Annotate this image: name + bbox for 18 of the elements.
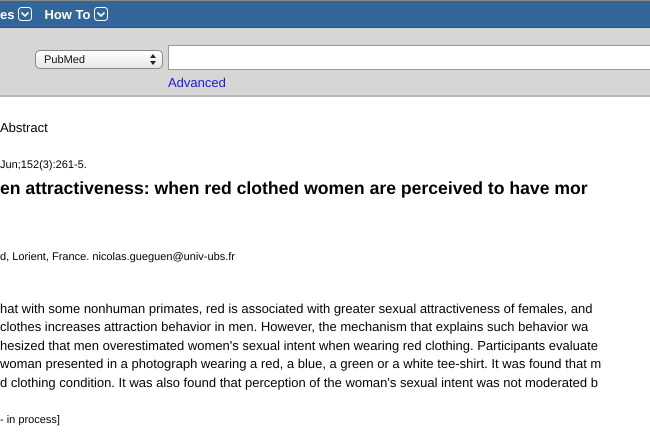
abstract-line: woman presented in a photograph wearing a red, a blue, a green or a white tee-shirt. It was found that m [0,355,602,374]
menu-item[interactable]: es [0,6,32,22]
database-select[interactable]: PubMed [35,50,163,69]
abstract-line: hesized that men overestimated women's sexual intent when wearing red clothing. Participants evaluate [0,336,598,355]
search-field[interactable] [168,45,650,70]
abstract-line: d clothing condition. It was also found that perception of the woman's sexual intent was not moderated b [0,374,598,392]
article-title: en attractiveness: when red clothed women are perceived to have mor [0,178,588,199]
chevron-down-icon [18,7,32,21]
advanced-link[interactable]: Advanced [168,75,226,90]
status-note: - in process] [0,414,61,426]
abstract-line: hat with some nonhuman primates, red is associated with greater sexual attractiveness of females, and [0,300,593,318]
abstract-line: clothes increases attraction behavior in men. However, the mechanism that explains such behavior wa [0,318,588,336]
format-label: Abstract [0,120,49,136]
citation: Jun;152(3):261-5. [0,159,88,171]
chevron-down-icon [94,7,108,21]
updown-icon [150,54,156,65]
affiliation: d, Lorient, France. nicolas.gueguen@univ-ubs.fr [0,251,235,263]
menu-item[interactable]: How To [44,6,108,22]
